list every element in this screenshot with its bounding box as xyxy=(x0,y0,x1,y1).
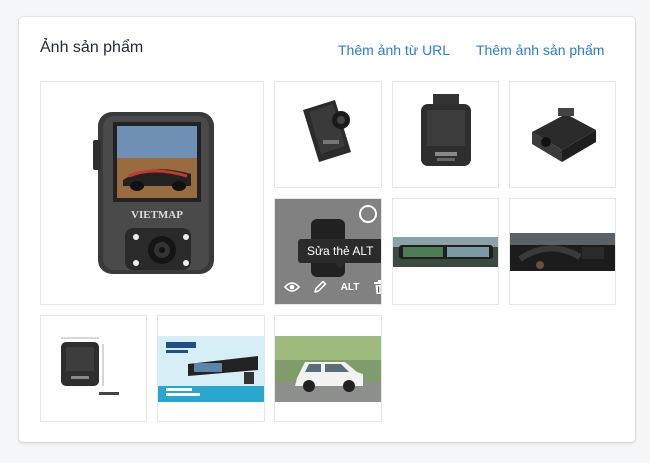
product-thumb-top-view[interactable] xyxy=(509,81,616,188)
product-thumb-back-view[interactable] xyxy=(392,81,499,188)
edit-pencil-icon[interactable] xyxy=(311,278,329,296)
product-thumb-mirror-banner[interactable] xyxy=(157,315,265,422)
add-image-from-url-link[interactable]: Thêm ảnh từ URL xyxy=(338,42,450,58)
image-action-bar: ALT xyxy=(283,278,381,296)
product-thumb-dimensions[interactable] xyxy=(40,315,147,422)
select-image-checkbox[interactable] xyxy=(359,205,377,223)
product-thumb-mirror-in-car[interactable] xyxy=(392,198,499,305)
vietmap-logo-text: VIETMAP xyxy=(131,209,183,221)
main-product-image[interactable]: VIETMAP xyxy=(40,81,264,305)
product-thumb-car-interior[interactable] xyxy=(509,198,616,305)
delete-trash-icon[interactable] xyxy=(371,278,381,296)
product-images-card: Ảnh sản phẩm Thêm ảnh từ URL Thêm ảnh sả… xyxy=(19,17,635,442)
edit-alt-button[interactable]: ALT xyxy=(339,278,361,296)
section-title: Ảnh sản phẩm xyxy=(40,39,144,56)
product-thumb-hovered[interactable]: Sửa thẻ ALT ALT xyxy=(274,198,382,305)
product-thumb-white-car[interactable] xyxy=(274,315,382,422)
add-product-image-link[interactable]: Thêm ảnh sản phẩm xyxy=(476,42,604,58)
product-thumb-side-view[interactable] xyxy=(274,81,382,188)
edit-alt-tooltip: Sửa thẻ ALT xyxy=(298,239,381,268)
preview-eye-icon[interactable] xyxy=(283,278,301,296)
